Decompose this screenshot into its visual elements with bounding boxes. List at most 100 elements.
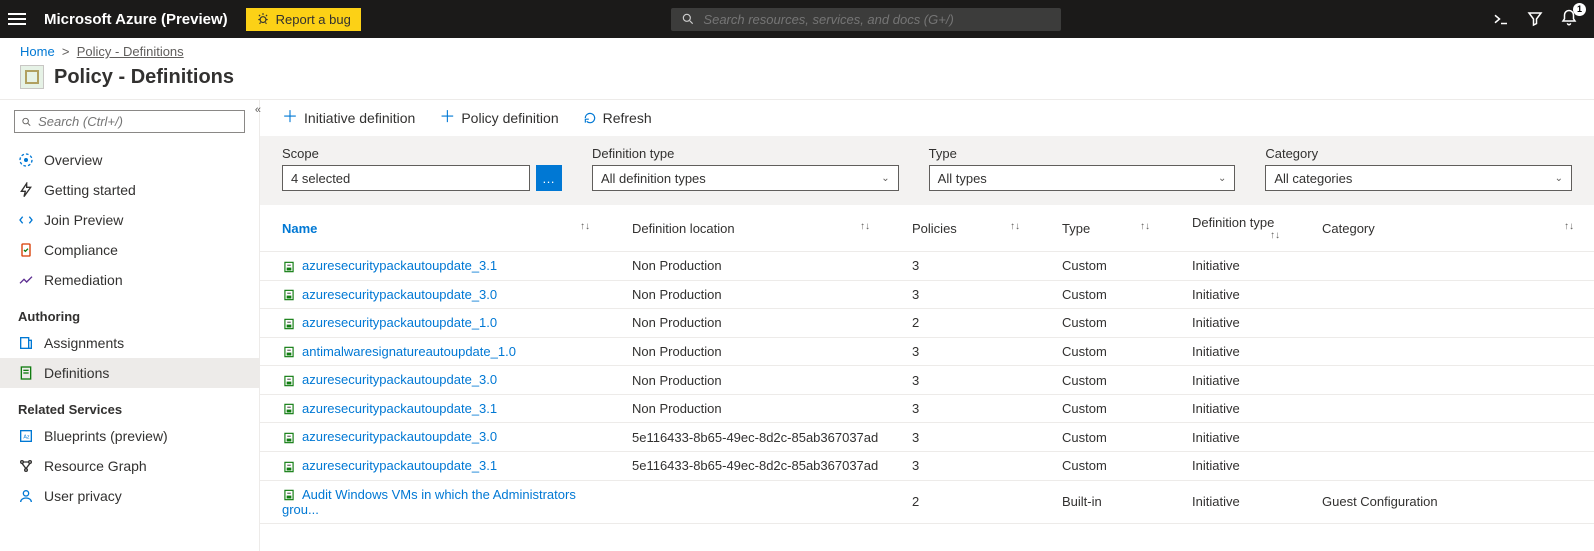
filter-icon[interactable] [1526,10,1544,28]
definition-link[interactable]: azuresecuritypackautoupdate_3.1 [302,401,497,416]
definition-link[interactable]: azuresecuritypackautoupdate_1.0 [302,315,497,330]
definition-link[interactable]: azuresecuritypackautoupdate_3.0 [302,429,497,444]
sidebar-item-definitions[interactable]: Definitions [0,358,259,388]
cell-category [1300,309,1594,338]
graph-icon [18,458,34,474]
table-row[interactable]: azuresecuritypackautoupdate_3.1Non Produ… [260,252,1594,281]
sidebar-item-label: Getting started [44,182,136,198]
deftype-dropdown[interactable]: All definition types ⌄ [592,165,899,191]
scope-more-button[interactable]: … [536,165,562,191]
initiative-icon [282,460,296,474]
plus-icon: ＋ [282,110,298,126]
collapse-sidebar-icon[interactable]: « [255,104,261,116]
sidebar-item-blueprints[interactable]: Az Blueprints (preview) [0,421,259,451]
sidebar-item-resource-graph[interactable]: Resource Graph [0,451,259,481]
sidebar-item-label: User privacy [44,488,122,504]
cell-category: Guest Configuration [1300,480,1594,524]
filter-bar: Scope 4 selected … Definition type All d… [260,136,1594,205]
sidebar-item-remediation[interactable]: Remediation [0,265,259,295]
type-dropdown[interactable]: All types ⌄ [929,165,1236,191]
definition-link[interactable]: azuresecuritypackautoupdate_3.1 [302,258,497,273]
user-icon [18,488,34,504]
brand-label: Microsoft Azure (Preview) [44,11,228,28]
cell-location: Non Production [610,280,890,309]
chart-icon [18,272,34,288]
col-type[interactable]: Type↑↓ [1040,205,1170,252]
sidebar-search[interactable] [14,110,245,133]
table-row[interactable]: azuresecuritypackautoupdate_3.0 Non Produ… [260,280,1594,309]
cell-location: Non Production [610,309,890,338]
dropdown-value: 4 selected [291,171,350,186]
toolbar-label: Policy definition [461,110,558,126]
breadcrumb-current[interactable]: Policy - Definitions [77,44,184,59]
report-bug-button[interactable]: Report a bug [246,8,361,31]
col-category[interactable]: Category↑↓ [1300,205,1594,252]
report-bug-label: Report a bug [276,12,351,27]
definition-link[interactable]: antimalwaresignatureautoupdate_1.0 [302,344,516,359]
table-row[interactable]: Audit Windows VMs in which the Administr… [260,480,1594,524]
chevron-down-icon: ⌄ [1218,173,1226,184]
initiative-icon [282,260,296,274]
cell-policies: 3 [890,451,1040,480]
sidebar-search-input[interactable] [38,114,238,129]
table-row[interactable]: azuresecuritypackautoupdate_3.15e116433-… [260,451,1594,480]
cell-category [1300,423,1594,452]
deftype-label: Definition type [592,146,899,161]
arrows-icon [18,212,34,228]
cell-type: Custom [1040,252,1170,281]
cell-location [610,480,890,524]
col-location[interactable]: Definition location↑↓ [610,205,890,252]
cell-deftype: Initiative [1170,366,1300,395]
cell-type: Built-in [1040,480,1170,524]
cell-deftype: Initiative [1170,394,1300,423]
cell-deftype: Initiative [1170,309,1300,338]
initiative-icon [282,345,296,359]
cell-type: Custom [1040,366,1170,395]
menu-icon[interactable] [8,9,26,29]
table-row[interactable]: azuresecuritypackautoupdate_3.05e116433-… [260,423,1594,452]
sidebar-item-compliance[interactable]: Compliance [0,235,259,265]
table-row[interactable]: azuresecuritypackautoupdate_1.0 Non Produ… [260,309,1594,338]
definition-link[interactable]: azuresecuritypackautoupdate_3.0 [302,287,497,302]
col-name[interactable]: Name↑↓ [260,205,610,252]
cell-category [1300,280,1594,309]
sidebar-item-assignments[interactable]: Assignments [0,328,259,358]
category-dropdown[interactable]: All categories ⌄ [1265,165,1572,191]
lightning-icon [18,182,34,198]
blueprint-icon: Az [18,428,34,444]
definition-link[interactable]: Audit Windows VMs in which the Administr… [282,487,576,518]
dropdown-value: All types [938,171,987,186]
table-row[interactable]: azuresecuritypackautoupdate_3.0Non Produ… [260,366,1594,395]
table-row[interactable]: azuresecuritypackautoupdate_3.1Non Produ… [260,394,1594,423]
sidebar-item-label: Definitions [44,365,109,381]
refresh-button[interactable]: Refresh [583,110,652,126]
scope-dropdown[interactable]: 4 selected [282,165,530,191]
add-initiative-button[interactable]: ＋ Initiative definition [282,110,415,126]
cloud-shell-icon[interactable] [1492,10,1510,28]
cell-policies: 3 [890,337,1040,366]
sidebar-item-label: Compliance [44,242,118,258]
col-deftype[interactable]: Definition type↑↓ [1170,205,1300,252]
definition-link[interactable]: azuresecuritypackautoupdate_3.0 [302,372,497,387]
search-icon [21,116,32,128]
global-search-input[interactable] [703,12,1051,27]
breadcrumb-home[interactable]: Home [20,44,55,59]
sidebar-item-join-preview[interactable]: Join Preview [0,205,259,235]
table-row[interactable]: antimalwaresignatureautoupdate_1.0Non Pr… [260,337,1594,366]
sidebar-item-overview[interactable]: Overview [0,145,259,175]
svg-text:Az: Az [23,435,30,441]
cell-deftype: Initiative [1170,252,1300,281]
definition-link[interactable]: azuresecuritypackautoupdate_3.1 [302,458,497,473]
sidebar-item-label: Assignments [44,335,124,351]
notifications-button[interactable]: 1 [1560,9,1578,30]
sidebar-item-user-privacy[interactable]: User privacy [0,481,259,511]
col-policies[interactable]: Policies↑↓ [890,205,1040,252]
cell-policies: 2 [890,480,1040,524]
global-search[interactable] [671,8,1061,31]
dropdown-value: All categories [1274,171,1352,186]
cell-policies: 3 [890,280,1040,309]
add-policy-button[interactable]: ＋ Policy definition [439,110,558,126]
initiative-icon [282,288,296,302]
sidebar-item-getting-started[interactable]: Getting started [0,175,259,205]
cell-type: Custom [1040,451,1170,480]
